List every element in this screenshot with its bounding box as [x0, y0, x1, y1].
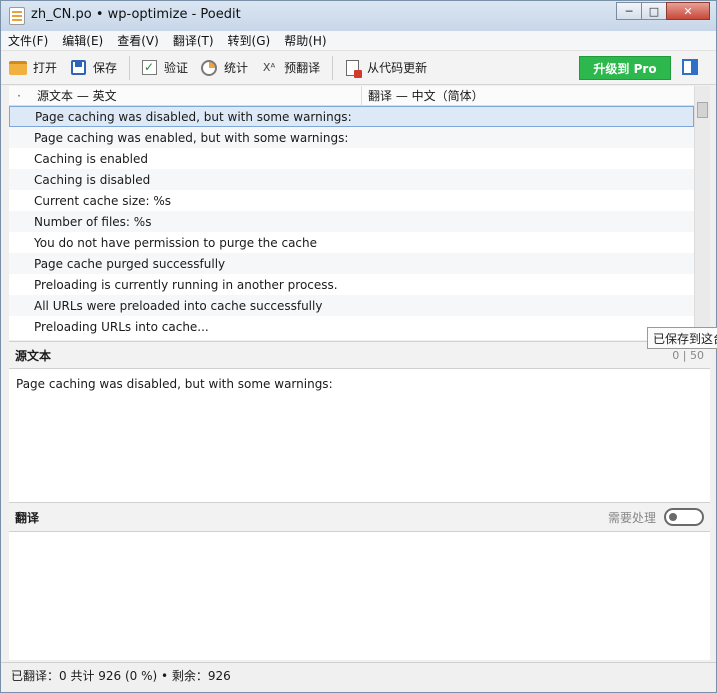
update-from-code-label: 从代码更新	[367, 61, 428, 75]
validate-label: 验证	[164, 61, 189, 75]
checkbox-check-icon: ✓	[140, 59, 158, 77]
list-item[interactable]: Caching is disabled	[9, 169, 694, 190]
translation-input[interactable]	[9, 532, 710, 660]
list-item[interactable]: Preloading URLs into cache...	[9, 316, 694, 337]
toolbar: 打开 保存 ✓ 验证 统计 Xᴬ 预翻译 从代码更新 升级到 Pro	[1, 51, 716, 85]
string-list-header: · 源文本 — 英文 翻译 — 中文（简体）	[9, 86, 710, 106]
source-column-header[interactable]: 源文本 — 英文	[29, 86, 362, 105]
save-button[interactable]: 保存	[69, 59, 117, 77]
list-item[interactable]: All URLs were preloaded into cache succe…	[9, 295, 694, 316]
sidebar-toggle-icon[interactable]	[682, 59, 698, 75]
save-label: 保存	[93, 61, 118, 75]
menu-goto[interactable]: 转到(G)	[228, 32, 271, 49]
source-text-panel: Page caching was disabled, but with some…	[9, 369, 710, 502]
menu-file[interactable]: 文件(F)	[8, 32, 48, 49]
update-from-code-button[interactable]: 从代码更新	[343, 59, 428, 78]
scrollbar-thumb[interactable]	[697, 102, 708, 118]
menu-view[interactable]: 查看(V)	[117, 32, 159, 49]
translation-header: 翻译 需要处理	[9, 502, 710, 532]
list-item[interactable]: Page caching was disabled, but with some…	[9, 106, 694, 127]
title-bar: zh_CN.po • wp-optimize - Poedit ─ □ ✕	[1, 1, 716, 31]
needs-work-control: 需要处理	[608, 508, 704, 526]
string-list: Page caching was disabled, but with some…	[9, 106, 694, 340]
list-item[interactable]: Page caching was enabled, but with some …	[9, 127, 694, 148]
open-button[interactable]: 打开	[9, 59, 57, 77]
status-bar: 已翻译：0 共计 926 (0 %) • 剩余：926	[1, 662, 716, 688]
poedit-app-icon	[9, 7, 25, 25]
list-scrollbar[interactable]	[694, 86, 710, 340]
close-button[interactable]: ✕	[666, 2, 710, 20]
list-item[interactable]: Current cache size: %s	[9, 190, 694, 211]
toolbar-separator	[332, 55, 334, 80]
source-text-content: Page caching was disabled, but with some…	[16, 377, 333, 391]
pie-chart-icon	[200, 59, 218, 77]
translation-title: 翻译	[15, 510, 40, 525]
upgrade-pro-button[interactable]: 升级到 Pro	[579, 56, 671, 80]
folder-open-icon	[9, 59, 27, 77]
translate-icon: Xᴬ	[262, 61, 276, 74]
saved-tooltip: 已保存到这台	[647, 327, 717, 349]
floppy-disk-icon	[69, 59, 87, 77]
menu-bar: 文件(F) 编辑(E) 查看(V) 翻译(T) 转到(G) 帮助(H)	[1, 31, 716, 51]
menu-help[interactable]: 帮助(H)	[284, 32, 326, 49]
pretranslate-label: 预翻译	[284, 61, 321, 75]
list-item[interactable]: Preloading is currently running in anoth…	[9, 274, 694, 295]
menu-translate[interactable]: 翻译(T)	[173, 32, 214, 49]
stats-label: 统计	[224, 61, 249, 75]
needs-work-toggle[interactable]	[664, 508, 704, 526]
stats-button[interactable]: 统计	[200, 59, 248, 77]
list-item[interactable]: Number of files: %s	[9, 211, 694, 232]
source-text-title: 源文本	[15, 348, 52, 363]
validate-button[interactable]: ✓ 验证	[140, 59, 188, 77]
poedit-window: zh_CN.po • wp-optimize - Poedit ─ □ ✕ 文件…	[0, 0, 717, 693]
source-text-header: 源文本 0 | 50	[9, 341, 710, 369]
translation-column-header[interactable]: 翻译 — 中文（简体）	[362, 87, 484, 104]
needs-work-label: 需要处理	[607, 510, 656, 525]
flag-column-header[interactable]: ·	[9, 89, 29, 103]
toolbar-separator	[129, 55, 131, 80]
pretranslate-button[interactable]: Xᴬ 预翻译	[260, 59, 320, 77]
list-item[interactable]: You do not have permission to purge the …	[9, 232, 694, 253]
minimize-button[interactable]: ─	[616, 2, 642, 20]
window-controls: ─ □ ✕	[616, 2, 710, 20]
status-text: 已翻译：0 共计 926 (0 %) • 剩余：926	[11, 669, 231, 683]
list-item[interactable]: Page cache purged successfully	[9, 253, 694, 274]
menu-edit[interactable]: 编辑(E)	[62, 32, 103, 49]
char-counter: 0 | 50	[672, 348, 704, 362]
document-update-icon	[343, 59, 362, 78]
window-title: zh_CN.po • wp-optimize - Poedit	[31, 7, 241, 22]
open-label: 打开	[33, 61, 58, 75]
maximize-button[interactable]: □	[641, 2, 667, 20]
list-item[interactable]: Caching is enabled	[9, 148, 694, 169]
